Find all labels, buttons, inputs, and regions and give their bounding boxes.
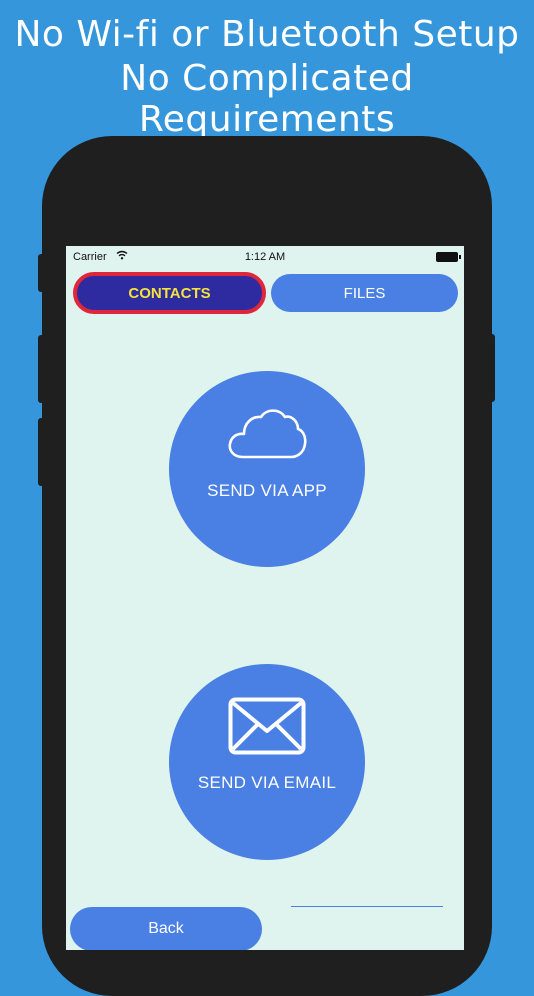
envelope-icon <box>228 697 306 755</box>
mute-switch <box>38 254 44 292</box>
volume-up-button <box>38 335 44 403</box>
send-via-email-label: SEND VIA EMAIL <box>197 773 337 792</box>
send-via-app-button[interactable]: SEND VIA APP <box>169 371 365 567</box>
headline-line-1: No Wi-fi or Bluetooth Setup <box>14 14 520 55</box>
battery-icon <box>436 252 461 262</box>
power-button <box>489 334 495 402</box>
tab-contacts[interactable]: CONTACTS <box>73 272 266 314</box>
status-bar: Carrier 1:12 AM <box>66 246 464 268</box>
cloud-icon <box>228 409 307 459</box>
back-button[interactable]: Back <box>70 907 262 950</box>
volume-down-button <box>38 418 44 486</box>
headline-line-2: No Complicated Requirements <box>120 58 414 140</box>
tab-files[interactable]: FILES <box>271 274 458 312</box>
clock: 1:12 AM <box>244 251 286 263</box>
phone-screen: Carrier 1:12 AM CONTACTS FILES SEND VIA … <box>66 246 464 950</box>
send-via-email-button[interactable]: SEND VIA EMAIL <box>169 664 365 860</box>
divider-line <box>291 906 443 907</box>
send-via-app-label: SEND VIA APP <box>207 481 327 500</box>
